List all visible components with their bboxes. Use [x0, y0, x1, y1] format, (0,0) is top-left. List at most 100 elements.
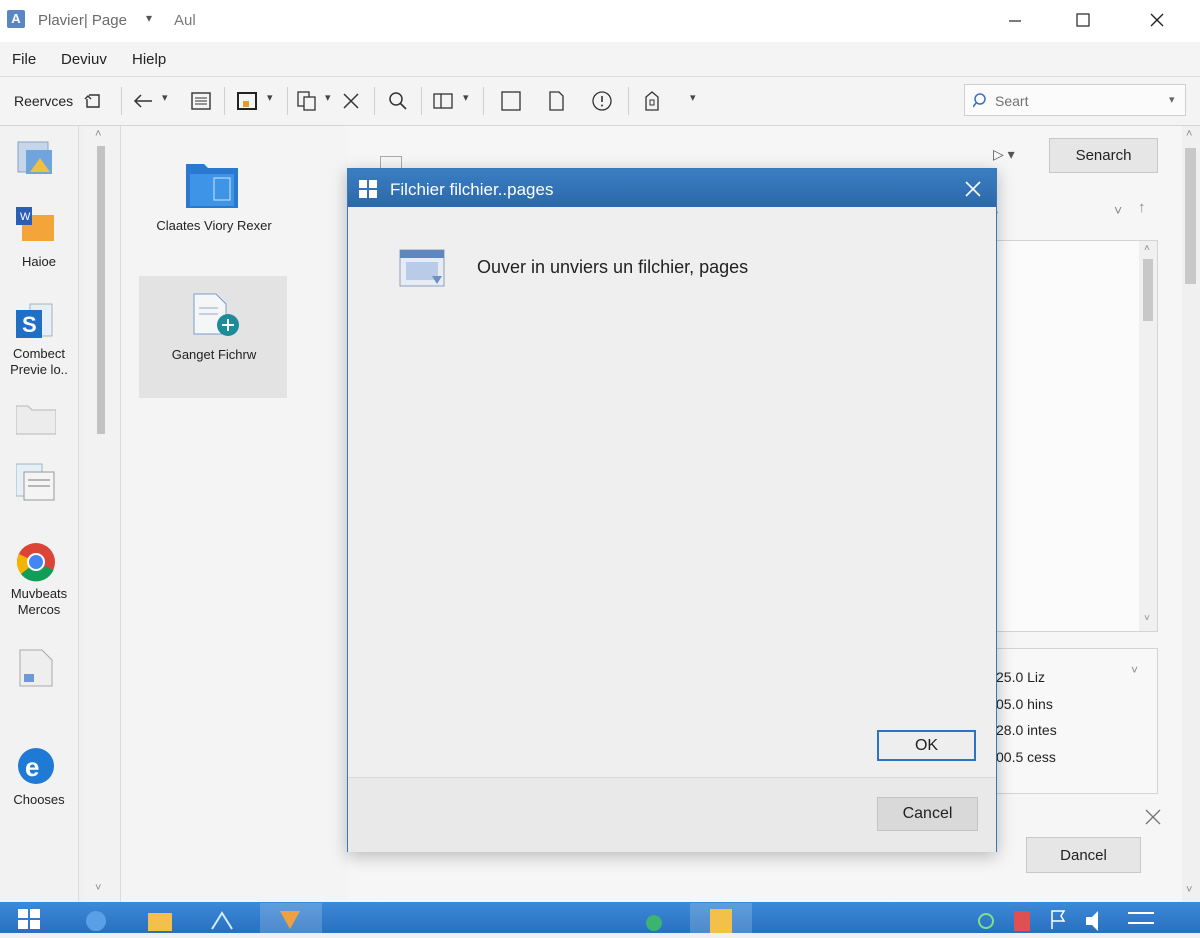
nav-label-chooses[interactable]: Chooses	[0, 792, 78, 808]
page-icon[interactable]	[543, 88, 569, 114]
toolbar-separator	[374, 87, 375, 115]
menu-bar: File Deviuv Hielp	[0, 42, 1200, 77]
open-file-icon	[398, 246, 452, 297]
scroll-up-icon[interactable]: ˄	[1186, 128, 1192, 140]
close-icon[interactable]	[1144, 808, 1162, 831]
dialog-title: Filchier filchier..pages	[390, 180, 554, 199]
cut-icon[interactable]	[338, 88, 364, 114]
chevron-down-icon[interactable]: ▾	[162, 91, 168, 104]
windows-logo-icon	[358, 179, 378, 204]
network-icon[interactable]	[972, 905, 1000, 931]
svg-text:W: W	[20, 211, 31, 223]
new-file-icon[interactable]	[192, 292, 242, 345]
nav-label-home[interactable]: Haioe	[0, 254, 78, 270]
taskbar-app-icon[interactable]	[208, 905, 236, 931]
start-icon[interactable]	[16, 905, 44, 931]
lock-icon[interactable]	[639, 88, 665, 114]
toolbar-separator	[421, 87, 422, 115]
view-dropdown-icon[interactable]: ▷ ▾	[993, 146, 1015, 163]
detail-row: 00.5 cess	[996, 749, 1056, 765]
office-folder-icon[interactable]: W	[16, 205, 56, 245]
search-input[interactable]: Seart ▾	[964, 84, 1186, 116]
maximize-icon[interactable]	[1060, 0, 1106, 40]
app-icon: A	[7, 10, 25, 28]
title-dropdown-icon[interactable]: ▾	[146, 11, 152, 25]
nav-scroll-thumb[interactable]	[97, 146, 105, 434]
toolbar-separator	[121, 87, 122, 115]
tile-label-file[interactable]: Ganget Fichrw	[139, 346, 289, 363]
folder-icon[interactable]	[15, 400, 57, 440]
taskbar-green-app-icon[interactable]	[640, 905, 668, 931]
square-icon[interactable]	[498, 88, 524, 114]
list-scroll-thumb[interactable]	[1143, 259, 1153, 321]
taskbar-folder-icon[interactable]	[146, 905, 174, 931]
search-dropdown-icon[interactable]: ▾	[1169, 93, 1175, 106]
chevron-down-icon[interactable]: ▾	[325, 91, 331, 104]
search-button[interactable]: Senarch	[1049, 138, 1158, 173]
layout-icon[interactable]	[430, 88, 456, 114]
tray-red-app-icon[interactable]	[1008, 905, 1036, 931]
svg-text:e: e	[25, 752, 39, 782]
volume-icon[interactable]	[1080, 905, 1108, 931]
detail-row: 25.0 Liz	[996, 669, 1046, 685]
refresh-icon[interactable]	[82, 88, 108, 114]
copy-icon[interactable]	[294, 88, 320, 114]
tile-label-views[interactable]: Claates Viory Rexer	[139, 217, 289, 234]
taskbar-active-app[interactable]	[260, 903, 322, 933]
main-scroll-thumb[interactable]	[1185, 148, 1196, 284]
toolbar-separator	[483, 87, 484, 115]
blue-folder-icon[interactable]	[184, 160, 240, 215]
file-list[interactable]: ˄ ˅	[996, 240, 1158, 632]
taskbar-document-app[interactable]	[690, 903, 752, 933]
chevron-down-icon[interactable]: ˅	[1131, 663, 1138, 677]
search-icon[interactable]	[385, 88, 411, 114]
toolbar-separator	[287, 87, 288, 115]
sort-up-icon[interactable]: ↑	[1138, 199, 1146, 216]
content-pane	[121, 126, 349, 902]
detail-row: 05.0 hins	[996, 696, 1053, 712]
scroll-up-icon[interactable]: ˄	[1144, 243, 1150, 254]
scroll-down-icon[interactable]: ˅	[1144, 613, 1150, 624]
chevron-down-icon[interactable]: ▾	[267, 91, 273, 104]
dialog-message: Ouver in unviers un filchier, pages	[477, 257, 749, 277]
back-arrow-icon[interactable]	[130, 88, 156, 114]
clock-icon[interactable]	[1124, 905, 1154, 931]
save-icon[interactable]	[234, 88, 260, 114]
scroll-down-icon[interactable]: ˅	[1186, 884, 1192, 896]
nav-label-contact[interactable]: Combect Previe lo..	[0, 346, 78, 378]
detail-row: 28.0 intes	[996, 722, 1057, 738]
sharepoint-icon[interactable]: S	[16, 302, 56, 342]
cancel-button-secondary[interactable]: Dancel	[1026, 837, 1141, 873]
cancel-button[interactable]: Cancel	[877, 797, 978, 831]
search-icon	[972, 92, 989, 113]
search-placeholder: Seart	[995, 93, 1029, 109]
menu-view[interactable]: Deviuv	[61, 51, 107, 68]
close-icon[interactable]	[1134, 0, 1180, 40]
info-icon[interactable]	[589, 88, 615, 114]
taskbar-edge-icon[interactable]	[82, 905, 110, 931]
chrome-icon[interactable]	[16, 542, 56, 582]
toolbar-separator	[628, 87, 629, 115]
chevron-down-icon[interactable]: ▾	[463, 91, 469, 104]
menu-help[interactable]: Hielp	[132, 51, 166, 68]
menu-file[interactable]: File	[12, 51, 36, 68]
svg-text:S: S	[22, 312, 37, 337]
title-bar: A Plavier| Page ▾ Aul	[0, 0, 1200, 42]
dialog-close-icon[interactable]	[963, 179, 983, 204]
window-title-extra: Aul	[174, 12, 196, 29]
sort-down-icon[interactable]: ˅	[1114, 202, 1122, 218]
document-window-icon[interactable]	[15, 462, 56, 502]
file-icon[interactable]	[16, 648, 56, 688]
toolbar-separator	[224, 87, 225, 115]
toolbar-label: Reervces	[14, 93, 74, 109]
edge-icon[interactable]: e	[16, 746, 56, 786]
scroll-down-icon[interactable]: ˅	[95, 882, 101, 894]
scroll-up-icon[interactable]: ˄	[95, 128, 101, 140]
tray-flag-icon[interactable]	[1044, 905, 1072, 931]
chevron-down-icon[interactable]: ▾	[690, 91, 696, 104]
ok-button[interactable]: OK	[877, 730, 976, 761]
nav-label-music[interactable]: Muvbeats Mercos	[0, 586, 78, 618]
document-lines-icon[interactable]	[188, 88, 214, 114]
picture-icon[interactable]	[16, 138, 56, 178]
minimize-icon[interactable]	[992, 0, 1038, 40]
